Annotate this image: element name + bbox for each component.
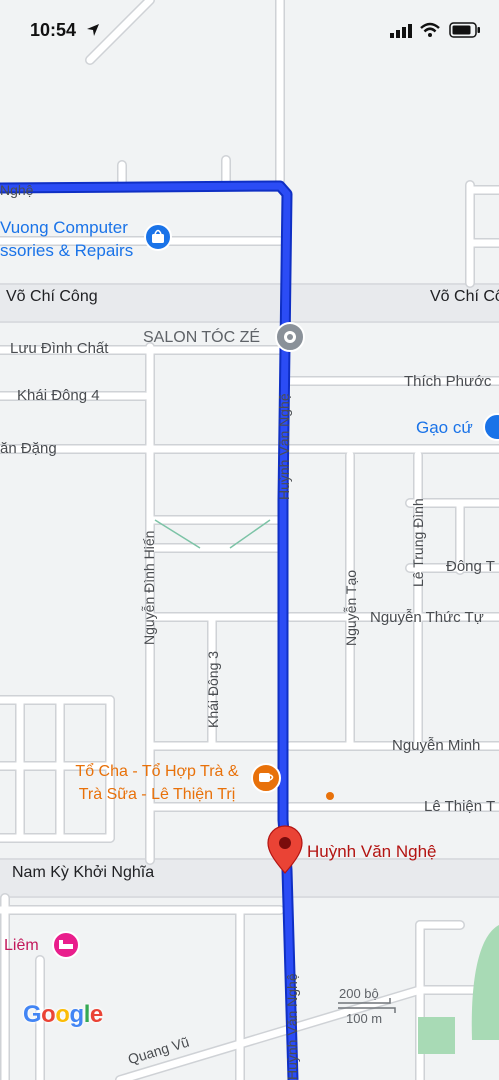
shopping-bag-icon[interactable] <box>144 223 172 251</box>
signal-icon <box>390 24 412 38</box>
park-area-small <box>418 1017 455 1054</box>
street-label-nguyen-dinh-hien: Nguyễn Đình Hiến <box>141 530 157 645</box>
street-label-khai-dong-3: Khái Đông 3 <box>205 650 221 728</box>
street-label-vo-chi-cong-right: Võ Chí Công <box>430 288 499 305</box>
google-logo-letter: G <box>23 1001 42 1028</box>
street-label-nguyen-minh: Nguyễn Minh <box>392 737 481 754</box>
street-label-le-thien: Lê Thiện T <box>424 798 496 815</box>
cafe-cup-icon[interactable] <box>251 763 281 793</box>
poi-label-to-cha-line2: Trà Sữa - Lê Thiện Trị <box>78 786 236 803</box>
status-bar: 10:54 <box>0 0 499 60</box>
poi-label-computer-line1[interactable]: Vuong Computer <box>0 218 128 238</box>
street-label-huynh-van-nghe-lower: Huỳnh Văn Nghệ <box>284 973 300 1080</box>
poi-label-liem[interactable]: Liêm <box>4 937 39 955</box>
poi-label-to-cha[interactable]: Tổ Cha - Tổ Hợp Trà & Trà Sữa - Lê Thiện… <box>58 760 256 806</box>
google-logo-letter: e <box>89 1001 103 1028</box>
google-logo-letter: o <box>41 1001 56 1028</box>
status-time: 10:54 <box>30 20 77 40</box>
street-label-huynh-van-nghe-upper: Huỳnh Văn Nghệ <box>276 393 292 500</box>
street-label-nam-ky-khoi-nghia: Nam Kỳ Khởi Nghĩa <box>12 864 155 881</box>
poi-label-computer-line2[interactable]: ssories & Repairs <box>0 241 133 261</box>
street-label-nguyen-tao: Nguyễn Tạo <box>343 569 359 646</box>
battery-icon <box>449 22 480 38</box>
google-logo-letter: g <box>69 1001 85 1028</box>
destination-label[interactable]: Huỳnh Văn Nghệ <box>307 842 436 862</box>
street-label-le-trung-dinh: Lê Trung Đình <box>410 498 426 587</box>
salon-pin-icon[interactable] <box>275 322 305 352</box>
street-label-van-dang: ăn Đặng <box>0 440 57 457</box>
hotel-bed-icon[interactable] <box>52 931 80 959</box>
google-logo-letter: o <box>55 1001 70 1028</box>
street-label-dong-t: Đông T <box>446 558 495 575</box>
poi-label-salon[interactable]: SALON TÓC ZÉ <box>143 329 260 347</box>
street-label-nguyen-thuc-tu: Nguyễn Thức Tự <box>370 609 484 626</box>
street-label-luu-dinh-chat: Lưu Đình Chất <box>10 340 109 357</box>
poi-label-gao-cu[interactable]: Gạo cứ <box>416 418 473 438</box>
scale-label-imperial: 200 bộ <box>339 986 379 1001</box>
street-label-nghe-partial: Nghệ <box>0 182 34 198</box>
poi-dot-icon[interactable] <box>326 792 334 800</box>
street-label-thich-phuoc: Thích Phước <box>404 373 492 390</box>
google-logo: Google <box>23 1001 103 1029</box>
location-arrow-icon <box>87 24 99 36</box>
street-label-khai-dong-4: Khái Đông 4 <box>17 387 100 404</box>
wifi-icon <box>420 22 440 37</box>
street-label-vo-chi-cong-left: Võ Chí Công <box>6 288 98 305</box>
poi-label-to-cha-line1: Tổ Cha - Tổ Hợp Trà & <box>75 763 239 780</box>
scale-label-metric: 100 m <box>346 1011 383 1026</box>
